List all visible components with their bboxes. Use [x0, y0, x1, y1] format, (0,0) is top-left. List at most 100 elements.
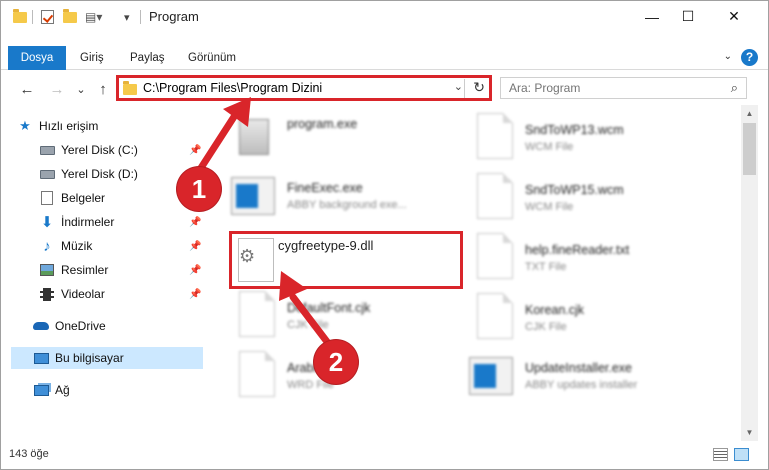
sidebar-item-label: Yerel Disk (C:)	[61, 143, 138, 157]
highlighted-file-item[interactable]: ⚙ cygfreetype-9.dll	[229, 231, 463, 289]
file-type: WCM File	[525, 141, 574, 153]
file-explorer-window: ▤▾ ▾ Program — ☐ ✕ Dosya Giriş Paylaş Gö…	[0, 0, 769, 470]
pin-icon[interactable]: 📌	[189, 265, 201, 276]
quick-access-dropdown-icon[interactable]: ▾	[124, 9, 130, 25]
file-item[interactable]: program.exe	[231, 113, 461, 169]
pin-icon[interactable]: 📌	[189, 145, 201, 156]
forward-button[interactable]: →	[47, 78, 67, 100]
text-file-icon	[477, 233, 513, 279]
address-bar[interactable]: C:\Program Files\Program Dizini ⌄ ↻	[116, 75, 492, 101]
sidebar-item-onedrive[interactable]: OneDrive	[33, 315, 235, 337]
file-name: SndToWP13.wcm	[525, 123, 624, 137]
details-view-icon[interactable]	[713, 448, 728, 461]
pin-icon[interactable]: 📌	[189, 289, 201, 300]
file-icon	[477, 173, 513, 219]
file-type: CJK File	[525, 321, 567, 333]
large-icons-view-icon[interactable]	[734, 448, 749, 461]
pin-icon[interactable]: 📌	[189, 217, 201, 228]
recent-locations-button[interactable]: ⌄	[71, 78, 91, 100]
address-dropdown-icon[interactable]: ⌄	[454, 80, 463, 93]
search-icon[interactable]: ⌕	[731, 80, 738, 96]
tab-share[interactable]: Paylaş	[120, 46, 175, 70]
sidebar-item-label: Ağ	[55, 383, 70, 397]
title-bar: ▤▾ ▾ Program — ☐ ✕	[1, 1, 768, 32]
installer-icon	[239, 119, 269, 155]
expand-ribbon-icon[interactable]: ⌄	[724, 51, 732, 62]
refresh-button[interactable]: ↻	[473, 79, 485, 96]
sidebar-item-label: Resimler	[61, 263, 109, 277]
file-name: FineExec.exe	[287, 181, 363, 195]
file-icon	[239, 291, 275, 337]
file-type: ABBY background exe...	[287, 199, 407, 211]
window-title: Program	[149, 9, 199, 24]
sidebar-item-label: Videolar	[61, 287, 105, 301]
file-item[interactable]: SndToWP13.wcm WCM File	[469, 113, 699, 169]
gear-icon: ⚙	[239, 246, 256, 266]
sidebar-item-label: İndirmeler	[61, 215, 115, 229]
search-box[interactable]: ⌕	[500, 77, 747, 99]
network-icon	[33, 382, 49, 398]
close-button[interactable]: ✕	[711, 1, 757, 32]
file-type: TXT File	[525, 261, 567, 273]
back-button[interactable]: ←	[17, 78, 37, 100]
tab-view[interactable]: Görünüm	[178, 46, 246, 70]
folder-icon	[13, 8, 27, 25]
file-item[interactable]: FineExec.exe ABBY background exe...	[231, 171, 461, 227]
folder-icon	[123, 81, 137, 95]
sidebar-item-label: OneDrive	[55, 319, 106, 333]
download-icon: ⬇	[40, 214, 54, 231]
star-icon: ★	[19, 118, 31, 133]
file-icon	[477, 293, 513, 339]
tab-file[interactable]: Dosya	[8, 46, 66, 70]
item-count: 143 öğe	[9, 448, 49, 460]
scroll-down-icon[interactable]: ▼	[741, 424, 758, 441]
maximize-button[interactable]: ☐	[665, 1, 711, 32]
navigation-bar: ← → ⌄ ↑ C:\Program Files\Program Dizini …	[1, 75, 768, 103]
file-item[interactable]: help.fineReader.txt TXT File	[469, 233, 699, 289]
file-icon	[477, 113, 513, 159]
sidebar-item-label: Bu bilgisayar	[55, 351, 124, 365]
scroll-thumb[interactable]	[743, 123, 756, 175]
sidebar-item-quick-access[interactable]: ★ Hızlı erişim	[17, 115, 219, 137]
file-name: UpdateInstaller.exe	[525, 361, 633, 375]
file-name: program.exe	[287, 117, 358, 131]
sidebar-item-label: Belgeler	[61, 191, 106, 205]
status-bar: 143 öğe	[1, 443, 768, 469]
search-input[interactable]	[509, 81, 709, 95]
onedrive-icon	[33, 318, 49, 334]
document-icon	[39, 190, 55, 206]
application-icon	[231, 177, 275, 215]
file-item[interactable]: UpdateInstaller.exe ABBY updates install…	[469, 351, 699, 407]
customize-toolbar-icon[interactable]: ▤▾	[85, 9, 102, 25]
separator	[464, 79, 465, 98]
this-pc-icon	[33, 350, 49, 366]
sidebar-item-network[interactable]: Ağ	[33, 379, 235, 401]
file-icon	[239, 351, 275, 397]
file-item[interactable]: Korean.cjk CJK File	[469, 293, 699, 349]
scroll-up-icon[interactable]: ▲	[741, 105, 758, 122]
file-name: DefaultFont.cjk	[287, 301, 371, 315]
file-item[interactable]: DefaultFont.cjk CJK File	[231, 291, 461, 347]
file-name: cygfreetype-9.dll	[278, 238, 374, 253]
sidebar-item-this-pc[interactable]: Bu bilgisayar	[11, 347, 203, 369]
vertical-scrollbar[interactable]: ▲ ▼	[741, 105, 758, 441]
drive-icon	[39, 142, 55, 158]
music-icon: ♪	[43, 237, 51, 255]
properties-icon[interactable]	[41, 9, 54, 25]
sidebar-item-label: Müzik	[61, 239, 93, 253]
up-button[interactable]: ↑	[93, 78, 113, 100]
step-1-badge: 1	[177, 167, 221, 211]
file-type: ABBY updates installer	[525, 379, 638, 391]
file-name: help.fineReader.txt	[525, 243, 630, 257]
navigation-pane: ★ Hızlı erişim Yerel Disk (C:) Yerel Dis…	[1, 109, 205, 439]
help-icon[interactable]: ?	[741, 49, 758, 66]
tab-home[interactable]: Giriş	[70, 46, 114, 70]
pin-icon[interactable]: 📌	[189, 241, 201, 252]
separator	[32, 9, 33, 25]
address-path[interactable]: C:\Program Files\Program Dizini	[143, 81, 322, 95]
file-item[interactable]: SndToWP15.wcm WCM File	[469, 173, 699, 229]
step-2-badge: 2	[314, 340, 358, 384]
new-folder-icon[interactable]	[63, 8, 77, 25]
drive-icon	[39, 166, 55, 182]
videos-icon	[39, 286, 55, 302]
